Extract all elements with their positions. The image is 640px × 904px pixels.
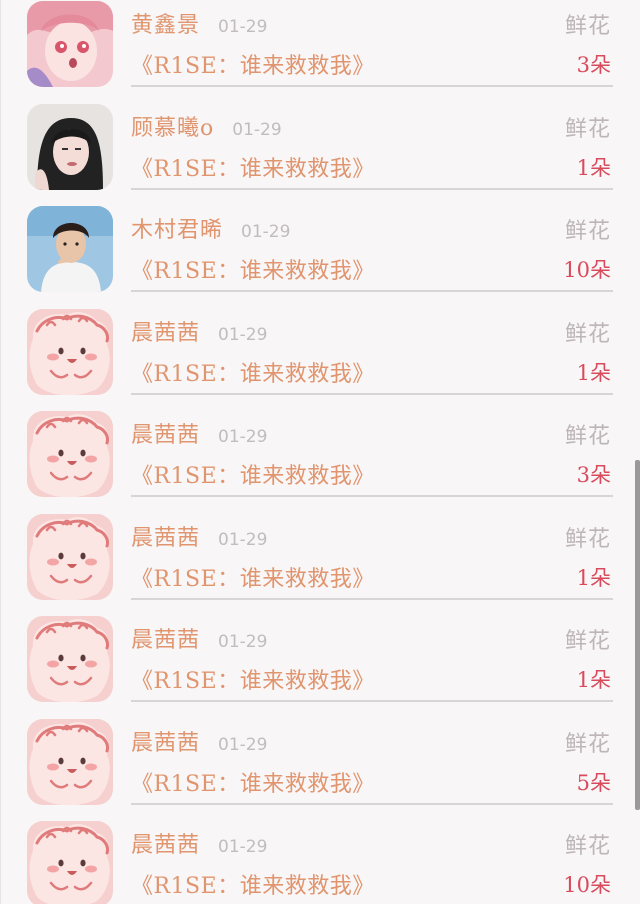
gift-count: 1朵 bbox=[576, 668, 611, 692]
gift-count: 10朵 bbox=[563, 258, 611, 282]
sender-line: 顾慕曦o 01-29 bbox=[131, 110, 282, 144]
gift-date: 01-29 bbox=[218, 427, 268, 447]
pink-blob-avatar[interactable] bbox=[27, 821, 113, 904]
woman-portrait-avatar[interactable] bbox=[27, 103, 113, 190]
work-title-link[interactable]: 《R1SE：谁来救救我》 bbox=[131, 253, 375, 285]
sender-line: 黄鑫景 01-29 bbox=[131, 7, 267, 41]
gift-type-label: 鲜花 bbox=[564, 116, 611, 142]
gift-record-row[interactable]: 晨茜茜 01-29 鲜花《R1SE：谁来救救我》 1朵 bbox=[0, 497, 640, 600]
gift-record-row[interactable]: 顾慕曦o 01-29 鲜花《R1SE：谁来救救我》 1朵 bbox=[0, 87, 640, 190]
gift-type-label: 鲜花 bbox=[564, 321, 611, 347]
sender-line: 晨茜茜 01-29 bbox=[131, 622, 267, 656]
gift-date: 01-29 bbox=[218, 17, 268, 37]
gift-record-row[interactable]: 晨茜茜 01-29 鲜花《R1SE：谁来救救我》 3朵 bbox=[0, 394, 640, 497]
pink-blob-avatar[interactable] bbox=[27, 513, 113, 600]
sender-name[interactable]: 木村君晞 bbox=[131, 212, 223, 244]
sender-line: 晨茜茜 01-29 bbox=[131, 315, 267, 349]
sender-name[interactable]: 晨茜茜 bbox=[131, 622, 200, 654]
gift-record-row[interactable]: 木村君晞 01-29 鲜花《R1SE：谁来救救我》 10朵 bbox=[0, 189, 640, 292]
gift-record-row[interactable]: 晨茜茜 01-29 鲜花《R1SE：谁来救救我》 1朵 bbox=[0, 599, 640, 702]
sender-line: 晨茜茜 01-29 bbox=[131, 725, 267, 759]
sender-line: 木村君晞 01-29 bbox=[131, 212, 290, 246]
gift-type-label: 鲜花 bbox=[564, 14, 611, 39]
sender-name[interactable]: 晨茜茜 bbox=[131, 725, 200, 757]
sender-name[interactable]: 晨茜茜 bbox=[131, 827, 200, 859]
work-title-link[interactable]: 《R1SE：谁来救救我》 bbox=[131, 663, 375, 695]
gift-type-label: 鲜花 bbox=[564, 629, 611, 654]
gift-count: 1朵 bbox=[576, 360, 611, 385]
work-title-link[interactable]: 《R1SE：谁来救救我》 bbox=[131, 561, 375, 593]
gift-type-label: 鲜花 bbox=[564, 834, 611, 859]
pink-blob-avatar[interactable] bbox=[27, 411, 113, 497]
scrollbar-thumb[interactable] bbox=[635, 460, 640, 810]
work-title-link[interactable]: 《R1SE：谁来救救我》 bbox=[131, 868, 375, 900]
man-portrait-avatar[interactable] bbox=[27, 206, 113, 292]
pink-blob-avatar[interactable] bbox=[27, 718, 113, 805]
sender-line: 晨茜茜 01-29 bbox=[131, 520, 267, 554]
sender-line: 晨茜茜 01-29 bbox=[131, 827, 267, 861]
gift-type-label: 鲜花 bbox=[564, 526, 611, 552]
gift-record-screen: 黄鑫景 01-29 鲜花 《R1SE：谁来救救我》 3朵 顾慕曦o 01-29 鲜花 《R1SE… bbox=[0, 0, 640, 904]
gift-record-row[interactable]: 晨茜茜 01-29 鲜花《R1SE：谁来救救我》 1朵 bbox=[0, 292, 640, 395]
gift-date: 01-29 bbox=[218, 837, 268, 857]
gift-date: 01-29 bbox=[218, 529, 268, 550]
gift-date: 01-29 bbox=[218, 324, 268, 345]
gift-count: 1朵 bbox=[576, 565, 611, 590]
gift-date: 01-29 bbox=[232, 119, 282, 140]
work-title-link[interactable]: 《R1SE：谁来救救我》 bbox=[131, 458, 375, 490]
work-title-link[interactable]: 《R1SE：谁来救救我》 bbox=[131, 151, 375, 183]
gift-type-label: 鲜花 bbox=[564, 731, 611, 757]
pink-blob-avatar[interactable] bbox=[27, 308, 113, 395]
gift-count: 3朵 bbox=[576, 53, 611, 77]
gift-date: 01-29 bbox=[218, 734, 268, 755]
gift-record-row[interactable]: 晨茜茜 01-29 鲜花《R1SE：谁来救救我》 10朵 bbox=[0, 804, 640, 904]
gift-date: 01-29 bbox=[241, 222, 291, 242]
gift-type-label: 鲜花 bbox=[564, 219, 611, 244]
gift-type-label: 鲜花 bbox=[564, 424, 611, 449]
gift-record-list[interactable]: 黄鑫景 01-29 鲜花 《R1SE：谁来救救我》 3朵 顾慕曦o 01-29 鲜花 《R1SE… bbox=[0, 0, 640, 904]
gift-record-row[interactable]: 晨茜茜 01-29 鲜花《R1SE：谁来救救我》 5朵 bbox=[0, 702, 640, 805]
gift-count: 10朵 bbox=[563, 873, 611, 897]
sender-name[interactable]: 晨茜茜 bbox=[131, 315, 200, 347]
gift-record-row[interactable]: 黄鑫景 01-29 鲜花《R1SE：谁来救救我》 3朵 bbox=[0, 0, 640, 87]
pink-blob-avatar[interactable] bbox=[27, 616, 113, 702]
sender-name[interactable]: 晨茜茜 bbox=[131, 417, 200, 449]
sender-name[interactable]: 晨茜茜 bbox=[131, 520, 200, 552]
gift-date: 01-29 bbox=[218, 632, 268, 652]
anime-girl-avatar[interactable] bbox=[27, 1, 113, 87]
sender-name[interactable]: 顾慕曦o bbox=[131, 110, 214, 142]
work-title-link[interactable]: 《R1SE：谁来救救我》 bbox=[131, 766, 375, 798]
work-title-link[interactable]: 《R1SE：谁来救救我》 bbox=[131, 356, 375, 388]
sender-name[interactable]: 黄鑫景 bbox=[131, 7, 200, 39]
work-title-link[interactable]: 《R1SE：谁来救救我》 bbox=[131, 48, 375, 80]
gift-count: 1朵 bbox=[576, 155, 611, 180]
gift-count: 3朵 bbox=[576, 463, 611, 487]
sender-line: 晨茜茜 01-29 bbox=[131, 417, 267, 451]
gift-count: 5朵 bbox=[576, 770, 611, 795]
